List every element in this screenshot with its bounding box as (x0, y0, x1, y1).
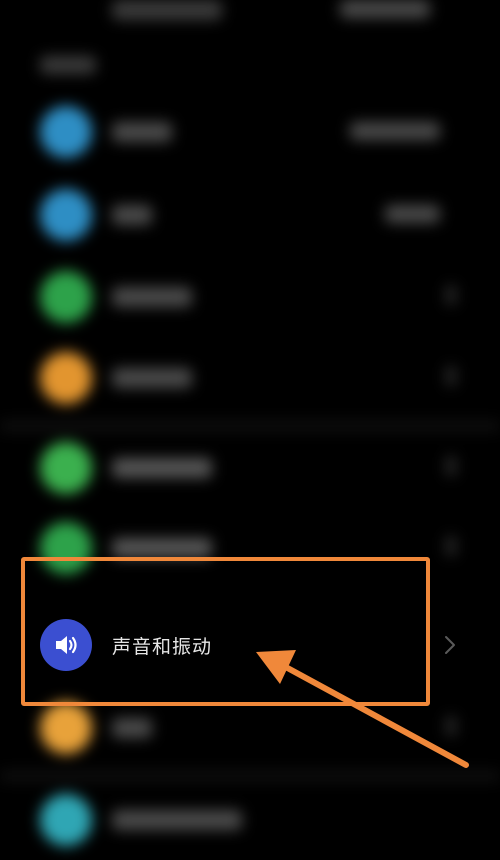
arrow-pointer-icon (256, 650, 469, 768)
